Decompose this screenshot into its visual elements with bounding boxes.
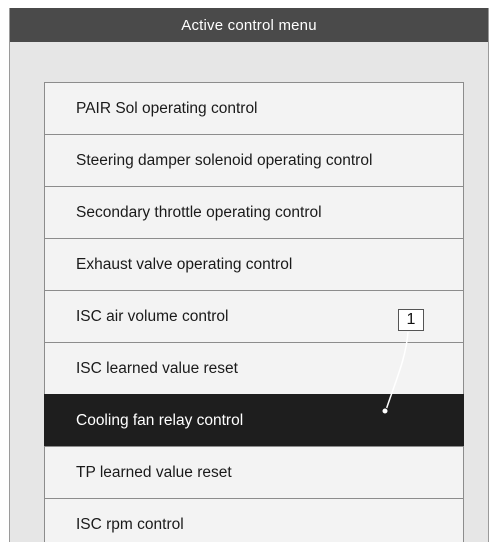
menu-item-label: Exhaust valve operating control	[76, 255, 293, 273]
callout-number-label: 1	[398, 309, 424, 331]
menu-item-isc-rpm-control[interactable]: ISC rpm control	[44, 498, 464, 542]
menu-item-isc-learned-value-reset[interactable]: ISC learned value reset	[44, 342, 464, 395]
window-title: Active control menu	[181, 16, 317, 34]
menu-item-cooling-fan-relay-control[interactable]: Cooling fan relay control	[44, 394, 464, 447]
menu-item-label: ISC rpm control	[76, 515, 184, 533]
menu-item-label: PAIR Sol operating control	[76, 99, 258, 117]
menu-item-pair-sol-operating-control[interactable]: PAIR Sol operating control	[44, 82, 464, 135]
menu-item-steering-damper-solenoid-operating-control[interactable]: Steering damper solenoid operating contr…	[44, 134, 464, 187]
menu-item-tp-learned-value-reset[interactable]: TP learned value reset	[44, 446, 464, 499]
menu-item-exhaust-valve-operating-control[interactable]: Exhaust valve operating control	[44, 238, 464, 291]
menu-item-label: ISC air volume control	[76, 307, 229, 325]
menu-item-secondary-throttle-operating-control[interactable]: Secondary throttle operating control	[44, 186, 464, 239]
window-title-bar: Active control menu	[10, 8, 488, 42]
menu-item-label: TP learned value reset	[76, 463, 232, 481]
menu-item-label: Cooling fan relay control	[76, 411, 244, 429]
menu-item-label: Steering damper solenoid operating contr…	[76, 151, 373, 169]
active-control-menu-window: Active control menu PAIR Sol operating c…	[9, 8, 489, 542]
menu-item-label: ISC learned value reset	[76, 359, 238, 377]
menu-item-label: Secondary throttle operating control	[76, 203, 322, 221]
